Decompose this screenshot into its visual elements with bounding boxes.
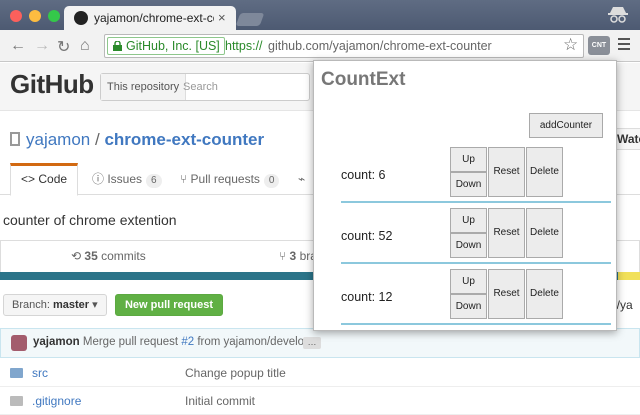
url-text: github.com/yajamon/chrome-ext-counter (268, 39, 492, 53)
commit-msg-prefix[interactable]: Merge pull request (83, 336, 178, 348)
commits-count: 35 (84, 249, 98, 263)
url-scheme: https:// (225, 39, 263, 53)
issues-count-badge: 6 (146, 174, 162, 188)
counter-item: count: 52 Up Down Reset Delete (341, 208, 611, 264)
browser-toolbar: ← → ↻ ⌂ GitHub, Inc. [US] https:// githu… (0, 30, 640, 62)
chrome-menu-icon[interactable] (618, 38, 630, 53)
commit-message: yajamon Merge pull request #2 from yajam… (33, 336, 310, 348)
down-button[interactable]: Down (450, 233, 487, 258)
down-button[interactable]: Down (450, 172, 487, 197)
browser-tab[interactable]: yajamon/chrome-ext-counte × (64, 6, 236, 30)
issue-icon: ⓘ (92, 172, 108, 186)
browser-titlebar: yajamon/chrome-ext-counte × (0, 0, 640, 30)
folder-icon (10, 368, 23, 378)
file-icon (10, 396, 23, 406)
tab-pull-requests[interactable]: ⑂ Pull requests 0 (180, 163, 280, 195)
reset-button[interactable]: Reset (488, 269, 525, 319)
down-button[interactable]: Down (450, 294, 487, 319)
address-bar[interactable]: GitHub, Inc. [US] https:// github.com/ya… (104, 34, 584, 58)
tab-pull-requests-label: Pull requests (190, 172, 260, 186)
lock-icon (113, 41, 122, 51)
commit-author[interactable]: yajamon (33, 336, 80, 348)
repo-title-separator: / (95, 130, 100, 149)
delete-button[interactable]: Delete (526, 208, 563, 258)
caret-down-icon: ▾ (92, 299, 98, 311)
branches-link[interactable]: ⑂ 3 bra (279, 249, 317, 263)
incognito-icon (608, 7, 628, 23)
pull-request-icon: ⑂ (180, 172, 191, 186)
up-button[interactable]: Up (450, 147, 487, 172)
bookmark-star-icon[interactable]: ☆ (563, 35, 578, 55)
branches-count: 3 (289, 249, 297, 263)
language-bar-segment (618, 272, 640, 280)
tab-code-label: Code (38, 172, 68, 186)
reload-icon[interactable]: ↻ (57, 37, 70, 57)
delete-button[interactable]: Delete (526, 269, 563, 319)
repo-book-icon (10, 132, 20, 146)
tab-issues[interactable]: ⓘ Issues 6 (92, 163, 162, 195)
commit-pr-link[interactable]: #2 (181, 336, 194, 348)
popup-title: CountExt (321, 69, 406, 90)
close-window-button[interactable] (10, 10, 22, 22)
counter-item: count: 12 Up Down Reset Delete (341, 269, 611, 325)
search-input[interactable]: Search (183, 74, 218, 100)
new-pull-request-button[interactable]: New pull request (115, 294, 223, 316)
branch-select[interactable]: Branch: master ▾ (3, 294, 107, 316)
latest-commit-bar: yajamon Merge pull request #2 from yajam… (0, 328, 640, 358)
forward-arrow-icon[interactable]: → (34, 37, 50, 55)
up-button[interactable]: Up (450, 269, 487, 294)
back-arrow-icon[interactable]: ← (10, 37, 26, 55)
pulse-icon[interactable]: ⌁ (298, 163, 305, 195)
file-name-link[interactable]: src (32, 366, 48, 380)
counter-label: count: 12 (341, 290, 393, 304)
commits-label: commits (101, 249, 146, 263)
site-search[interactable]: This repository Search (100, 73, 310, 101)
reset-button[interactable]: Reset (488, 208, 525, 258)
up-button[interactable]: Up (450, 208, 487, 233)
file-commit-message[interactable]: Initial commit (185, 394, 255, 408)
branch-name: master (52, 299, 90, 311)
history-icon: ⟲ (71, 249, 85, 263)
branch-prefix: Branch: (12, 299, 50, 311)
countext-popup: CountExt addCounter count: 6 Up Down Res… (313, 60, 617, 331)
table-row: src Change popup title (0, 359, 640, 387)
repo-description: counter of chrome extention (3, 212, 177, 228)
repo-owner-link[interactable]: yajamon (26, 130, 90, 149)
counter-label: count: 6 (341, 168, 386, 182)
tab-title: yajamon/chrome-ext-counte (94, 11, 214, 25)
branch-icon: ⑂ (279, 249, 290, 263)
github-logo[interactable]: GitHub (10, 69, 94, 100)
expand-commit-button[interactable]: … (303, 337, 321, 349)
minimize-window-button[interactable] (29, 10, 41, 22)
add-counter-button[interactable]: addCounter (529, 113, 603, 138)
file-commit-message[interactable]: Change popup title (185, 366, 286, 380)
github-favicon-icon (74, 11, 88, 25)
avatar[interactable] (11, 335, 27, 351)
delete-button[interactable]: Delete (526, 147, 563, 197)
zoom-window-button[interactable] (48, 10, 60, 22)
repo-name-link[interactable]: chrome-ext-counter (104, 130, 264, 149)
commit-msg-suffix[interactable]: from yajamon/develop (197, 336, 310, 348)
search-scope-label: This repository (101, 74, 187, 100)
counter-label: count: 52 (341, 229, 393, 243)
counter-item: count: 6 Up Down Reset Delete (341, 147, 611, 203)
tab-close-icon[interactable]: × (218, 10, 226, 25)
table-row: .gitignore Initial commit (0, 387, 640, 415)
tab-code[interactable]: <> Code (10, 163, 79, 196)
countext-extension-button[interactable]: CNT (588, 36, 610, 55)
repo-title: yajamon / chrome-ext-counter (10, 130, 264, 150)
reset-button[interactable]: Reset (488, 147, 525, 197)
pull-requests-count-badge: 0 (263, 174, 280, 188)
file-name-link[interactable]: .gitignore (32, 394, 81, 408)
tab-issues-label: Issues (107, 172, 143, 186)
new-tab-button[interactable] (235, 13, 265, 26)
ev-certificate-badge[interactable]: GitHub, Inc. [US] (107, 37, 225, 55)
code-icon: <> (21, 172, 39, 186)
ev-certificate-label: GitHub, Inc. [US] (126, 39, 220, 53)
home-icon[interactable]: ⌂ (80, 37, 90, 55)
commits-link[interactable]: ⟲ 35 commits (71, 249, 146, 263)
